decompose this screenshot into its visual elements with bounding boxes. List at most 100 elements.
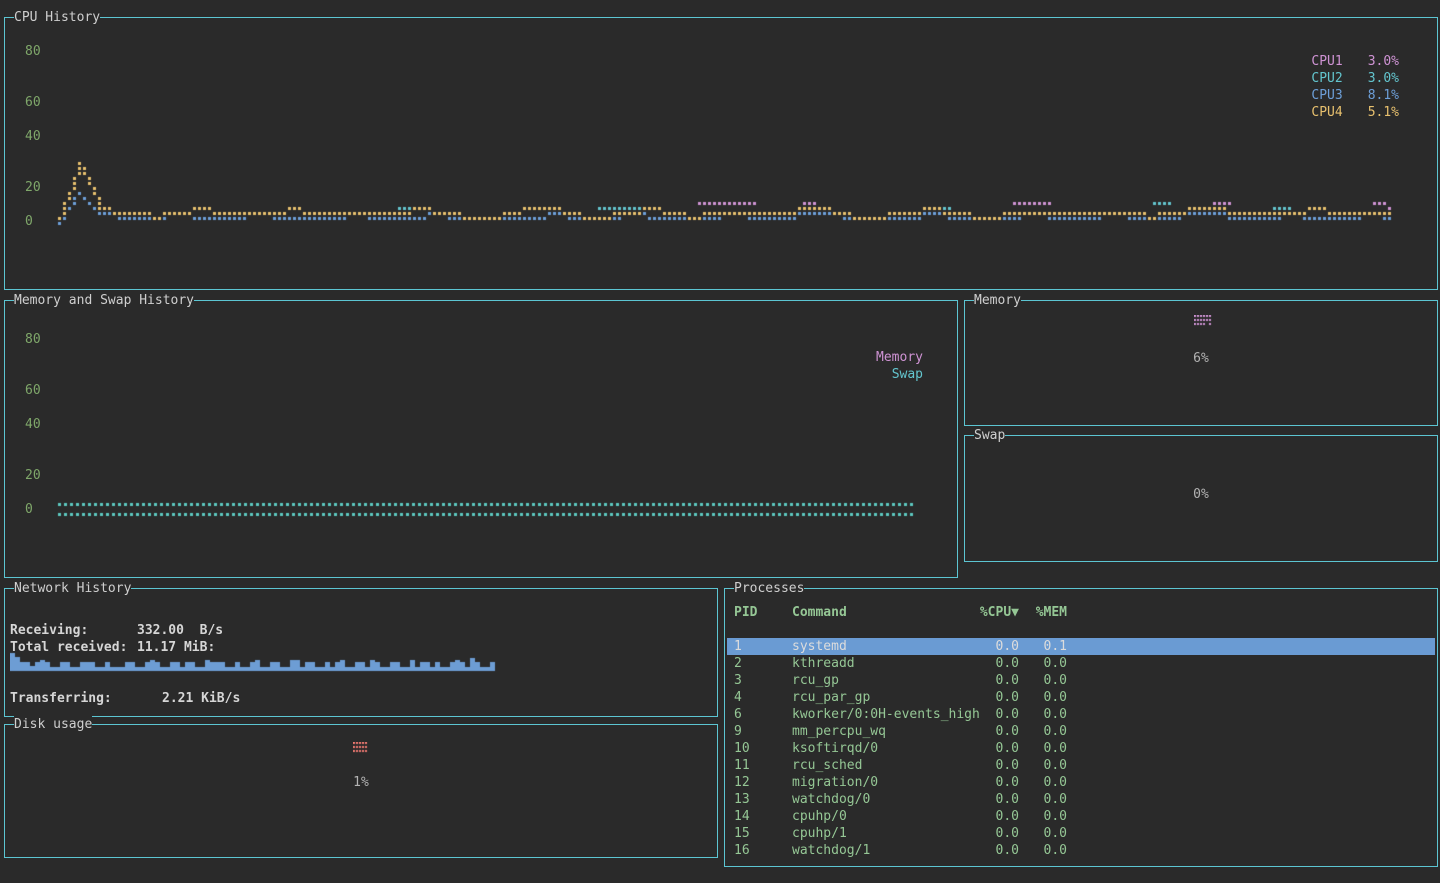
y-axis-tick: 60 (25, 94, 41, 111)
process-mem: 0.0 (1025, 842, 1067, 859)
process-pid: 6 (734, 706, 742, 723)
process-row[interactable]: 2kthreadd0.00.0 (727, 655, 1435, 672)
process-command: kthreadd (792, 655, 855, 672)
process-cpu: 0.0 (965, 808, 1019, 825)
cpu-legend-value: 3.0% (1368, 70, 1399, 87)
panel-title-swap: Swap (974, 427, 1005, 444)
process-command: kworker/0:0H-events_high (792, 706, 980, 723)
receiving-label: Receiving: (10, 622, 88, 639)
process-pid: 1 (734, 638, 742, 655)
process-mem: 0.0 (1025, 774, 1067, 791)
process-mem: 0.0 (1025, 706, 1067, 723)
process-command: rcu_sched (792, 757, 862, 774)
process-cpu: 0.0 (965, 740, 1019, 757)
legend-name: Memory (876, 349, 923, 366)
process-command: migration/0 (792, 774, 878, 791)
process-row[interactable]: 11 rcu_sched 0.0 0.0 (727, 757, 1435, 774)
column-header-cpu-sort: %CPU▼ (965, 604, 1019, 621)
process-row[interactable]: 10 ksoftirqd/0 0.0 0.0 (727, 740, 1435, 757)
y-axis-tick: 40 (25, 416, 41, 433)
process-mem: 0.0 (1025, 723, 1067, 740)
process-command: watchdog/0 (792, 791, 870, 808)
process-row[interactable]: 6kworker/0:0H-events_high0.00.0 (727, 706, 1435, 723)
process-row[interactable]: 16 watchdog/1 0.0 0.0 (727, 842, 1435, 859)
process-pid: 3 (734, 672, 742, 689)
process-mem: 0.1 (1025, 638, 1067, 655)
process-cpu: 0.0 (965, 655, 1019, 672)
process-command: mm_percpu_wq (792, 723, 886, 740)
process-row[interactable]: 15cpuhp/10.00.0 (727, 825, 1435, 842)
process-command: systemd (792, 638, 847, 655)
process-pid: 2 (734, 655, 742, 672)
process-command: cpuhp/1 (792, 825, 847, 842)
memory-swap-legend-entry: Swap (892, 366, 923, 383)
process-pid: 4 (734, 689, 742, 706)
cpu-legend-value: 3.0% (1368, 53, 1399, 70)
cpu-legend-name: CPU4 (1311, 104, 1342, 121)
disk-braille-gauge (353, 742, 368, 757)
disk-percent: 1% (5, 774, 717, 791)
process-pid: 10 (734, 740, 750, 757)
cpu-legend-entry: CPU38.1% (1311, 87, 1399, 104)
memory-swap-history-chart (5, 301, 955, 575)
transferring-label: Transferring: (10, 690, 112, 707)
process-row[interactable]: 9mm_percpu_wq0.00.0 (727, 723, 1435, 740)
process-row[interactable]: 1 systemd 0.0 0.1 (727, 638, 1435, 655)
process-command: watchdog/1 (792, 842, 870, 859)
legend-name: Swap (892, 366, 923, 383)
process-row[interactable]: 12migration/00.00.0 (727, 774, 1435, 791)
memory-swap-history-panel: Memory and Swap History 806040200MemoryS… (4, 300, 958, 578)
process-row[interactable]: 4rcu_par_gp0.00.0 (727, 689, 1435, 706)
y-axis-tick: 60 (25, 382, 41, 399)
process-cpu: 0.0 (965, 689, 1019, 706)
receiving-value: 332.00 B/s (137, 622, 223, 639)
panel-title-memory: Memory (974, 292, 1021, 309)
process-pid: 16 (734, 842, 750, 859)
panel-title-cpu-history: CPU History (14, 9, 100, 26)
processes-panel: Processes PID Command %CPU▼ %MEM 1system… (724, 588, 1438, 867)
process-row[interactable]: 3rcu_gp0.00.0 (727, 672, 1435, 689)
process-pid: 12 (734, 774, 750, 791)
y-axis-tick: 80 (25, 43, 41, 60)
panel-title-network: Network History (14, 580, 131, 597)
process-row[interactable]: 14cpuhp/00.00.0 (727, 808, 1435, 825)
panel-title-memory-swap-history: Memory and Swap History (14, 292, 194, 309)
y-axis-tick: 20 (25, 467, 41, 484)
process-mem: 0.0 (1025, 672, 1067, 689)
process-mem: 0.0 (1025, 757, 1067, 774)
process-command: rcu_par_gp (792, 689, 870, 706)
panel-title-processes: Processes (734, 580, 804, 597)
network-receive-sparkline (10, 643, 500, 672)
process-cpu: 0.0 (965, 638, 1019, 655)
cpu-legend-name: CPU2 (1311, 70, 1342, 87)
process-pid: 15 (734, 825, 750, 842)
process-pid: 11 (734, 757, 750, 774)
cpu-legend-name: CPU1 (1311, 53, 1342, 70)
y-axis-tick: 40 (25, 128, 41, 145)
process-cpu: 0.0 (965, 706, 1019, 723)
cpu-legend-entry: CPU2 3.0% (1311, 70, 1399, 87)
disk-usage-panel: Disk usage 1% (4, 724, 718, 858)
process-command: ksoftirqd/0 (792, 740, 878, 757)
y-axis-tick: 80 (25, 331, 41, 348)
process-cpu: 0.0 (965, 791, 1019, 808)
process-mem: 0.0 (1025, 808, 1067, 825)
cpu-legend-entry: CPU45.1% (1311, 104, 1399, 121)
y-axis-tick: 0 (25, 501, 33, 518)
process-pid: 13 (734, 791, 750, 808)
memory-swap-legend-entry: Memory (876, 349, 923, 366)
process-mem: 0.0 (1025, 791, 1067, 808)
process-cpu: 0.0 (965, 842, 1019, 859)
network-history-panel: Network History Receiving: 332.00 B/s To… (4, 588, 718, 717)
memory-gauge-panel: Memory 6% (964, 300, 1438, 426)
transferring-value: 2.21 KiB/s (162, 690, 240, 707)
process-mem: 0.0 (1025, 825, 1067, 842)
panel-title-disk: Disk usage (14, 716, 92, 733)
process-cpu: 0.0 (965, 757, 1019, 774)
process-table-header: PID Command %CPU▼ %MEM (727, 604, 1435, 621)
cpu-history-chart (5, 18, 1435, 287)
cpu-legend-value: 8.1% (1368, 87, 1399, 104)
process-mem: 0.0 (1025, 740, 1067, 757)
process-row[interactable]: 13 watchdog/0 0.0 0.0 (727, 791, 1435, 808)
column-header-mem: %MEM (1025, 604, 1067, 621)
